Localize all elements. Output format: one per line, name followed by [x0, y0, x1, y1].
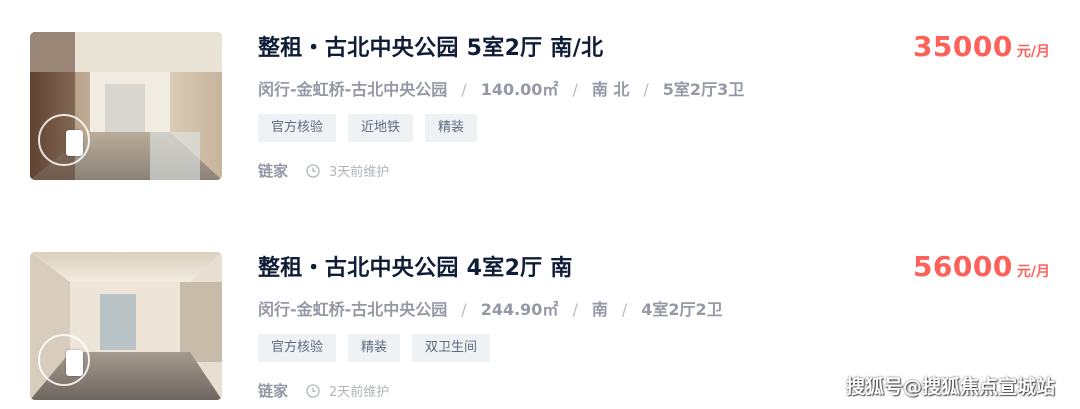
listing-tag: 近地铁: [348, 114, 414, 142]
listing-tags: 官方核验 精装 双卫生间: [258, 334, 491, 362]
listing-tag: 双卫生间: [412, 334, 491, 362]
info-separator: /: [461, 80, 467, 99]
maintenance-time: 3天前维护: [329, 165, 390, 180]
listing-layout: 4室2厅2卫: [641, 300, 723, 319]
listing-info: 闵行-金虹桥-古北中央公园 / 244.90㎡ / 南 / 4室2厅2卫: [258, 296, 723, 320]
listing-location: 闵行-金虹桥-古北中央公园: [258, 300, 448, 319]
listing-tag: 精装: [348, 334, 401, 362]
listing-photo[interactable]: [30, 32, 222, 180]
listing-tag: 官方核验: [258, 334, 337, 362]
listing-info: 闵行-金虹桥-古北中央公园 / 140.00㎡ / 南 北 / 5室2厅3卫: [258, 76, 744, 100]
listing-photo[interactable]: [30, 252, 222, 400]
price-unit: 元/月: [1016, 264, 1050, 280]
listing-card[interactable]: 整租・古北中央公园 5室2厅 南/北 闵行-金虹桥-古北中央公园 / 140.00㎡…: [0, 30, 1080, 180]
info-separator: /: [621, 300, 628, 319]
info-separator: /: [572, 300, 578, 319]
listing-price: 35000 元/月: [913, 30, 1050, 63]
clock-icon: [306, 383, 320, 398]
listing-title[interactable]: 整租・古北中央公园 5室2厅 南/北: [258, 30, 603, 62]
agency-name: 链家: [258, 162, 289, 180]
listing-title[interactable]: 整租・古北中央公园 4室2厅 南: [258, 250, 573, 282]
listing-tag: 精装: [425, 114, 478, 142]
watermark-text: 搜狐号@搜狐焦点宣城站: [845, 376, 1055, 398]
info-separator: /: [461, 300, 467, 319]
listing-tags: 官方核验 近地铁 精装: [258, 114, 478, 142]
vr-badge-icon: [38, 114, 90, 166]
listing-tag: 官方核验: [258, 114, 337, 142]
price-value: 56000: [912, 250, 1013, 283]
clock-icon: [306, 163, 320, 178]
maintenance-time: 2天前维护: [329, 385, 390, 400]
price-unit: 元/月: [1016, 44, 1050, 60]
listing-orientation: 南: [591, 300, 608, 319]
listing-location: 闵行-金虹桥-古北中央公园: [258, 80, 448, 99]
listing-meta: 链家 3天前维护: [258, 160, 389, 181]
listing-meta: 链家 2天前维护: [258, 380, 389, 401]
info-separator: /: [643, 80, 649, 99]
listing-area: 244.90㎡: [480, 300, 559, 319]
listing-layout: 5室2厅3卫: [662, 80, 745, 99]
listing-price: 56000 元/月: [913, 250, 1050, 283]
listing-area: 140.00㎡: [480, 80, 559, 99]
vr-badge-icon: [38, 334, 90, 386]
price-value: 35000: [912, 30, 1013, 63]
agency-name: 链家: [258, 382, 289, 400]
listing-orientation: 南 北: [591, 80, 630, 99]
info-separator: /: [572, 80, 578, 99]
